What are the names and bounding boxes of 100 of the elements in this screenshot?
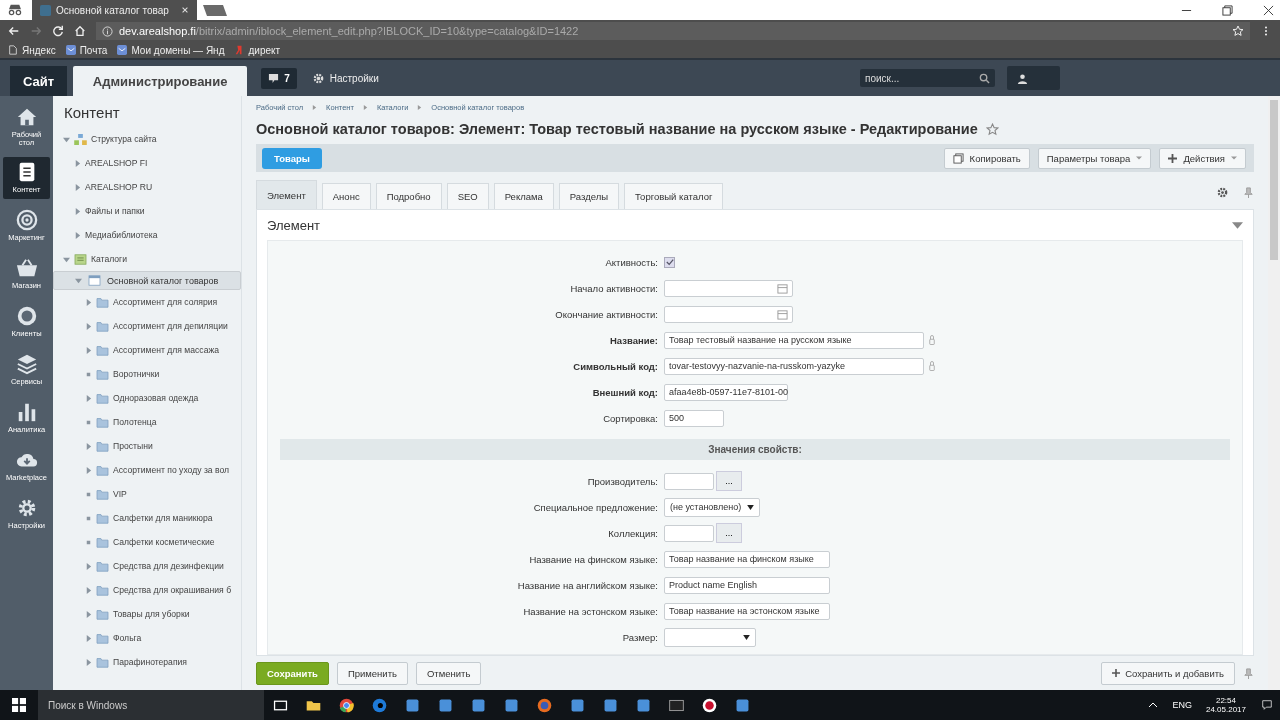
tree-item[interactable]: Структура сайта: [53, 127, 241, 151]
close-icon[interactable]: [1263, 4, 1274, 16]
browse-button[interactable]: ...: [716, 523, 742, 543]
browse-button[interactable]: ...: [716, 471, 742, 491]
select-field[interactable]: (не установлено): [664, 497, 761, 517]
tab[interactable]: SEO: [446, 183, 489, 209]
checkbox[interactable]: [664, 256, 675, 268]
chevron-up-icon[interactable]: [1148, 700, 1159, 710]
tree-item[interactable]: Основной каталог товаров: [53, 271, 241, 290]
tree-item[interactable]: Ассортимент по уходу за вол: [53, 458, 241, 482]
favorite-star-icon[interactable]: [985, 122, 999, 136]
date-field[interactable]: [664, 279, 793, 297]
date-field[interactable]: [664, 305, 793, 323]
new-tab-button[interactable]: [203, 4, 227, 16]
collapse-arrow-icon[interactable]: [85, 610, 92, 618]
notification-center-icon[interactable]: [1262, 700, 1272, 710]
app-icon[interactable]: [338, 696, 355, 714]
record-icon[interactable]: [701, 696, 718, 714]
settings-link[interactable]: Настройки: [312, 72, 379, 84]
tree-item[interactable]: Салфетки для маникюра: [53, 506, 241, 530]
tree-item[interactable]: Воротнички: [53, 362, 241, 386]
tree-item[interactable]: Простыни: [53, 434, 241, 458]
text-field[interactable]: tovar-testovyy-nazvanie-na-russkom-yazyke: [664, 357, 924, 375]
expand-arrow-icon[interactable]: [63, 135, 70, 143]
collapse-arrow-icon[interactable]: [85, 442, 92, 450]
collapse-arrow-icon[interactable]: [85, 394, 92, 402]
text-field[interactable]: [664, 472, 714, 490]
collapse-arrow-icon[interactable]: [85, 298, 92, 306]
expand-arrow-icon[interactable]: [75, 277, 82, 284]
collapse-arrow-icon[interactable]: [74, 183, 81, 191]
select-field[interactable]: [664, 627, 756, 647]
tab[interactable]: Разделы: [558, 183, 620, 209]
back-icon[interactable]: [8, 25, 20, 37]
reload-icon[interactable]: [52, 25, 64, 37]
collapse-arrow-icon[interactable]: [85, 466, 92, 474]
notifications-button[interactable]: 7: [261, 67, 297, 89]
address-bar[interactable]: dev.arealshop.fi/bitrix/admin/iblock_element_edit.php?IBLOCK_ID=10&type=catalog&ID=1422: [96, 22, 1250, 40]
tab[interactable]: Реклама: [493, 183, 554, 209]
tree-item[interactable]: Средства для дезинфекции: [53, 554, 241, 578]
collapse-arrow-icon[interactable]: [74, 207, 81, 215]
tab[interactable]: Элемент: [256, 180, 317, 209]
collapse-arrow-icon[interactable]: [85, 346, 92, 354]
collapse-arrow-icon[interactable]: [85, 658, 92, 666]
collapse-arrow-icon[interactable]: [74, 159, 81, 167]
collapse-arrow-icon[interactable]: [85, 562, 92, 570]
text-field[interactable]: Товар название на эстонском языке: [664, 602, 830, 620]
toolbar-button[interactable]: Действия: [1159, 147, 1246, 169]
browser-tab[interactable]: Основной каталог товар: [32, 0, 197, 20]
collapse-arrow-icon[interactable]: [85, 322, 92, 330]
tree-item[interactable]: Средства для окрашивания б: [53, 578, 241, 602]
app-icon[interactable]: [536, 696, 553, 714]
tree-item[interactable]: Файлы и папки: [53, 199, 241, 223]
tree-item[interactable]: Ассортимент для солярия: [53, 290, 241, 314]
text-field[interactable]: [664, 524, 714, 542]
taskbar-search-field[interactable]: Поиск в Windows: [38, 690, 264, 720]
settings-icon[interactable]: [1217, 187, 1228, 198]
collapse-arrow-icon[interactable]: [74, 231, 81, 239]
bookmark[interactable]: директ: [234, 44, 281, 56]
text-field[interactable]: Product name English: [664, 576, 830, 594]
text-field[interactable]: afaa4e8b-0597-11e7-8101-00: [664, 383, 788, 401]
tab[interactable]: Анонс: [321, 183, 371, 209]
windows-start-icon[interactable]: [12, 698, 26, 712]
collapse-arrow-icon[interactable]: [85, 586, 92, 594]
site-button[interactable]: Сайт: [10, 66, 68, 96]
bookmark-star-icon[interactable]: [1232, 25, 1244, 37]
number-field[interactable]: 500: [664, 409, 724, 427]
tree-item[interactable]: Полотенца: [53, 410, 241, 434]
tree-item[interactable]: AREALSHOP RU: [53, 175, 241, 199]
tree-item[interactable]: AREALSHOP FI: [53, 151, 241, 175]
tab[interactable]: Торговый каталог: [624, 183, 724, 209]
text-field[interactable]: Товар тестовый название на русском языке: [664, 331, 924, 349]
tree-item[interactable]: Товары для уборки: [53, 602, 241, 626]
pin-icon[interactable]: [1243, 667, 1254, 679]
collapse-caret-icon[interactable]: [1232, 221, 1243, 229]
restore-icon[interactable]: [1222, 4, 1233, 16]
admin-tab[interactable]: Администрирование: [73, 66, 248, 96]
tree-item[interactable]: Каталоги: [53, 247, 241, 271]
lock-icon[interactable]: [929, 360, 935, 372]
tree-item[interactable]: Парафинотерапия: [53, 650, 241, 674]
tree-item[interactable]: Ассортимент для массажа: [53, 338, 241, 362]
forward-icon[interactable]: [30, 25, 42, 37]
bookmark[interactable]: Мои домены — Янд: [117, 44, 225, 56]
home-icon[interactable]: [74, 25, 86, 37]
expand-arrow-icon[interactable]: [63, 255, 70, 263]
collapse-arrow-icon[interactable]: [85, 634, 92, 642]
bookmark[interactable]: Почта: [65, 44, 108, 56]
save-and-add-button[interactable]: Сохранить и добавить: [1101, 661, 1235, 685]
tree-item[interactable]: VIP: [53, 482, 241, 506]
tree-item[interactable]: Медиабиблиотека: [53, 223, 241, 247]
calendar-icon[interactable]: [777, 308, 788, 320]
tree-item[interactable]: Фольга: [53, 626, 241, 650]
tree-item[interactable]: Салфетки косметические: [53, 530, 241, 554]
clock[interactable]: 22:54 24.05.2017: [1205, 696, 1246, 714]
user-button[interactable]: [1007, 66, 1060, 90]
tree-item[interactable]: Одноразовая одежда: [53, 386, 241, 410]
toolbar-button[interactable]: Копировать: [943, 147, 1030, 169]
text-field[interactable]: Товар название на финском языке: [664, 550, 830, 568]
form-button[interactable]: Применить: [336, 661, 408, 685]
tab[interactable]: Подробно: [375, 183, 442, 209]
lock-icon[interactable]: [929, 334, 935, 346]
